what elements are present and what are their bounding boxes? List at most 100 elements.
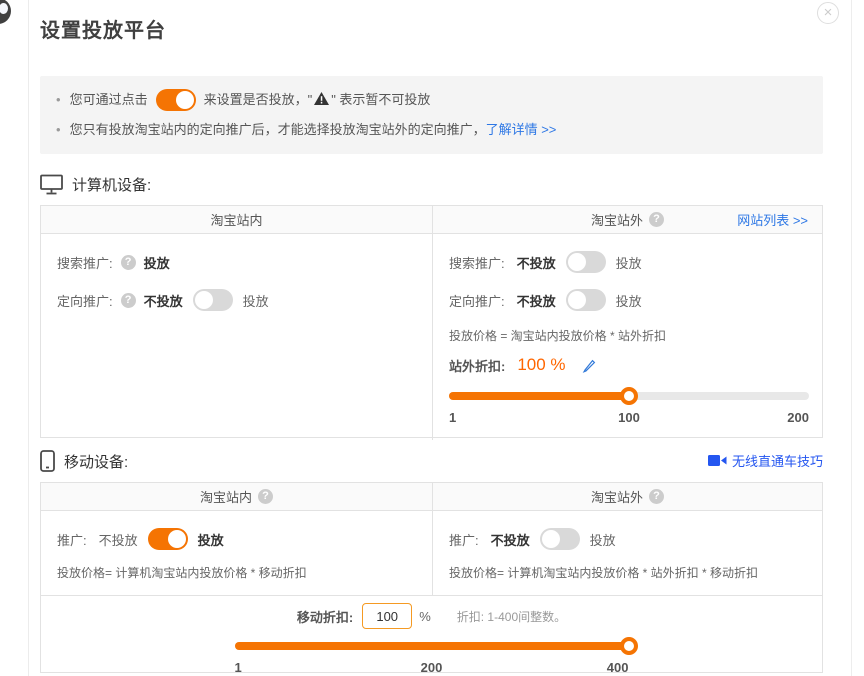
computer-outer-header: 淘宝站外 ? 网站列表 >> (432, 206, 822, 233)
window-right-edge (851, 0, 852, 676)
tip-text: 来设置是否投放，" (204, 90, 313, 110)
off-value: 不投放 (491, 530, 530, 549)
row-label: 推广: (57, 530, 87, 549)
mobile-panel: 淘宝站内 ? 淘宝站外 ? 推广: 不投放 投放 投放价格= (40, 482, 823, 673)
computer-inner-search-row: 搜索推广: ? 投放 (57, 248, 416, 276)
help-icon[interactable]: ? (258, 489, 273, 504)
phone-icon (40, 450, 55, 472)
slider-labels: 1 200 400 (235, 660, 629, 676)
mobile-inner-formula: 投放价格= 计算机淘宝站内投放价格 * 移动折扣 (57, 564, 416, 581)
on-value: 投放 (243, 291, 269, 310)
toggle-knob (568, 291, 586, 309)
computer-panel: 淘宝站内 淘宝站外 ? 网站列表 >> 搜索推广: ? 投放 (40, 205, 823, 438)
off-value: 不投放 (517, 291, 556, 310)
computer-outer-cell: 搜索推广: 不投放 投放 定向推广: 不投放 投放 投放价格 = 淘宝站内投放价… (432, 234, 825, 440)
slider-mid-label: 200 (421, 660, 443, 675)
discount-hint: 折扣: 1-400间整数。 (457, 608, 566, 625)
mobile-panel-body: 推广: 不投放 投放 投放价格= 计算机淘宝站内投放价格 * 移动折扣 推广: … (41, 511, 822, 595)
dialog-left-border (28, 0, 29, 676)
mobile-outer-formula: 投放价格= 计算机淘宝站内投放价格 * 站外折扣 * 移动折扣 (449, 564, 806, 581)
mobile-outer-header: 淘宝站外 ? (432, 483, 822, 510)
dialog-content: 设置投放平台 • 您可通过点击 来设置是否投放，" " 表示暂不可投放 • 您只… (40, 0, 823, 673)
computer-section-header: 计算机设备: (40, 171, 823, 197)
toggle-knob (176, 91, 194, 109)
tip-line-1: • 您可通过点击 来设置是否投放，" " 表示暂不可投放 (56, 89, 807, 111)
active-value: 投放 (144, 253, 170, 272)
mobile-section-label: 移动设备: (64, 451, 128, 472)
mobile-section-header: 移动设备: 无线直通车技巧 (40, 448, 823, 474)
mobile-discount-row: 移动折扣: % 折扣: 1-400间整数。 1 200 400 (41, 595, 822, 672)
slider-max-label: 400 (607, 660, 629, 675)
computer-inner-target-toggle[interactable] (193, 289, 233, 311)
video-camera-icon (708, 454, 727, 467)
toggle-knob (568, 253, 586, 271)
mobile-discount-input-line: 移动折扣: % 折扣: 1-400间整数。 (41, 602, 822, 630)
bullet-icon: • (56, 90, 61, 110)
outer-discount-line: 站外折扣: 100 % (449, 353, 809, 377)
tip-box: • 您可通过点击 来设置是否投放，" " 表示暂不可投放 • 您只有投放淘宝站内… (40, 76, 823, 154)
off-value: 不投放 (517, 253, 556, 272)
header-label: 淘宝站内 (210, 210, 262, 229)
mobile-panel-header: 淘宝站内 ? 淘宝站外 ? (41, 483, 822, 511)
row-label: 搜索推广: (57, 253, 113, 272)
mobile-inner-promo-toggle[interactable] (148, 528, 188, 550)
discount-label: 站外折扣: (449, 356, 505, 375)
mobile-discount-input[interactable] (362, 603, 412, 629)
wireless-tips-link[interactable]: 无线直通车技巧 (708, 451, 823, 470)
on-value: 投放 (616, 291, 642, 310)
slider-fill (449, 392, 629, 400)
header-label: 淘宝站内 (200, 487, 252, 506)
on-value: 投放 (198, 530, 224, 549)
warning-icon (314, 91, 329, 111)
slider-mid-label: 100 (618, 410, 640, 425)
slider-max-label: 200 (787, 410, 809, 425)
computer-panel-header: 淘宝站内 淘宝站外 ? 网站列表 >> (41, 206, 822, 234)
outer-price-formula: 投放价格 = 淘宝站内投放价格 * 站外折扣 (449, 327, 809, 344)
pencil-icon[interactable] (582, 358, 597, 373)
computer-outer-search-toggle[interactable] (566, 251, 606, 273)
toggle-knob (195, 291, 213, 309)
computer-outer-target-toggle[interactable] (566, 289, 606, 311)
help-icon[interactable]: ? (649, 212, 664, 227)
row-label: 推广: (449, 530, 479, 549)
site-list-link[interactable]: 网站列表 >> (737, 210, 808, 229)
computer-panel-body: 搜索推广: ? 投放 定向推广: ? 不投放 投放 搜索推广: (41, 234, 822, 437)
computer-outer-search-row: 搜索推广: 不投放 投放 (449, 248, 809, 276)
outer-discount-slider[interactable] (449, 387, 809, 405)
computer-inner-target-row: 定向推广: ? 不投放 投放 (57, 286, 416, 314)
slider-handle[interactable] (620, 387, 638, 405)
computer-outer-target-row: 定向推广: 不投放 投放 (449, 286, 809, 314)
discount-value: 100 % (517, 355, 565, 375)
computer-inner-cell: 搜索推广: ? 投放 定向推广: ? 不投放 投放 (41, 234, 432, 440)
slider-min-label: 1 (449, 410, 456, 425)
mobile-discount-slider[interactable] (235, 637, 629, 655)
mobile-outer-promo-toggle[interactable] (540, 528, 580, 550)
background-page-icon (0, 0, 11, 24)
off-value: 不投放 (99, 530, 138, 549)
mobile-outer-cell: 推广: 不投放 投放 投放价格= 计算机淘宝站内投放价格 * 站外折扣 * 移动… (432, 511, 822, 595)
header-label: 淘宝站外 (591, 210, 643, 229)
slider-labels: 1 100 200 (449, 410, 809, 426)
mobile-inner-header: 淘宝站内 ? (41, 483, 432, 510)
row-label: 定向推广: (449, 291, 505, 310)
row-label: 定向推广: (57, 291, 113, 310)
learn-more-link[interactable]: 了解详情 >> (486, 120, 557, 140)
mobile-inner-promo-row: 推广: 不投放 投放 (57, 525, 416, 553)
slider-min-label: 1 (235, 660, 242, 675)
help-icon[interactable]: ? (121, 255, 136, 270)
help-icon[interactable]: ? (121, 293, 136, 308)
tip-text: 您可通过点击 (70, 90, 148, 110)
example-toggle[interactable] (156, 89, 196, 111)
computer-inner-header: 淘宝站内 (41, 206, 432, 233)
mobile-discount-label: 移动折扣: (297, 607, 353, 626)
computer-section-label: 计算机设备: (72, 174, 151, 195)
percent-unit: % (419, 609, 431, 624)
mobile-outer-promo-row: 推广: 不投放 投放 (449, 525, 806, 553)
help-icon[interactable]: ? (649, 489, 664, 504)
settings-dialog: × 设置投放平台 • 您可通过点击 来设置是否投放，" " 表示暂不可投放 • … (0, 0, 864, 676)
row-label: 搜索推广: (449, 253, 505, 272)
page-title: 设置投放平台 (40, 14, 823, 43)
slider-handle[interactable] (620, 637, 638, 655)
on-value: 投放 (590, 530, 616, 549)
monitor-icon (40, 174, 63, 195)
